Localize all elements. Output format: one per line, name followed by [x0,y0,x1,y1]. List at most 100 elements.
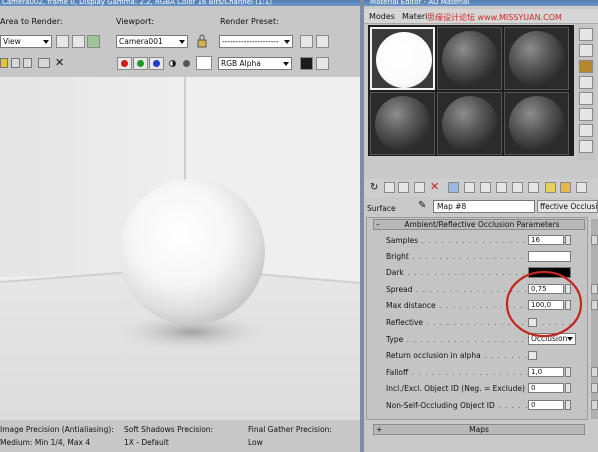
make-preview-button[interactable] [579,108,593,121]
copy-image-icon[interactable] [11,58,20,68]
samples-label-text: Samples [386,236,419,245]
put-to-scene-button[interactable] [384,182,395,193]
samples-spinner[interactable] [565,235,571,245]
spread-map-button[interactable] [591,284,598,294]
area-to-render-dropdown[interactable]: View [0,35,52,48]
lock-icon[interactable] [196,34,208,48]
sample-slot-5[interactable] [437,92,502,155]
edit-region-button[interactable] [56,35,69,48]
sample-sphere-white [376,32,432,88]
bright-label-text: Bright [386,252,409,261]
samples-map-button[interactable] [591,235,598,245]
non-self-occluding-label: Non-Self-Occluding Object ID . . . . . . [386,401,535,410]
samples-input[interactable]: 16 [528,235,564,245]
chevron-down-icon [43,40,49,44]
highlight-circle [505,270,583,338]
sample-slot-1[interactable] [370,27,435,90]
backlight-button[interactable] [579,44,593,57]
incl-excl-spinner[interactable] [565,383,571,393]
sample-sphere [509,31,565,87]
video-check-button[interactable] [579,92,593,105]
toggle-ui-overlay-button[interactable] [300,57,313,70]
render-window-title: Camera002, frame 0, Display Gamma: 2.2, … [0,0,360,6]
render-preset-dropdown[interactable]: --------------------- [219,35,293,48]
color-swatch[interactable] [196,56,212,70]
sample-slot-6[interactable] [504,92,569,155]
go-to-parent-button[interactable] [545,182,556,193]
environment-effects-button[interactable] [316,35,329,48]
green-dot-icon [137,60,144,67]
map-name-field[interactable]: Map #8 [433,200,535,213]
assign-material-button[interactable] [398,182,409,193]
save-image-icon[interactable] [0,58,8,68]
falloff-spinner[interactable] [565,367,571,377]
bright-color-swatch[interactable] [528,251,571,262]
auto-region-button[interactable] [72,35,85,48]
red-channel-toggle[interactable] [117,57,132,70]
green-channel-toggle[interactable] [133,57,148,70]
return-occlusion-label: Return occlusion in alpha . . . . . . . [386,351,528,360]
save-region-button[interactable] [87,35,100,48]
non-self-occluding-input[interactable]: 0 [528,400,564,410]
clear-icon[interactable]: ✕ [55,57,64,68]
render-preset-label: Render Preset: [220,17,279,26]
clone-frame-icon[interactable] [23,58,32,68]
toggle-ui-button[interactable] [316,57,329,70]
non-self-occluding-label-text: Non-Self-Occluding Object ID [386,401,495,410]
reflective-label-text: Reflective [386,318,424,327]
viewport-dropdown[interactable]: Camera001 [116,35,188,48]
background-button[interactable] [579,60,593,73]
menu-material[interactable]: Materi [402,12,427,21]
sample-sphere [442,31,498,87]
sample-slot-3[interactable] [504,27,569,90]
menu-modes[interactable]: Modes [369,12,395,21]
expand-icon: + [376,425,383,434]
sample-slot-4[interactable] [370,92,435,155]
non-self-occluding-spinner[interactable] [565,400,571,410]
incl-excl-input[interactable]: 0 [528,383,564,393]
rendered-scene [0,77,360,420]
display-channel-dropdown[interactable]: RGB Alpha [218,57,292,70]
make-unique-button[interactable] [464,182,475,193]
render-setup-button[interactable] [300,35,313,48]
material-id-button[interactable] [496,182,507,193]
show-end-result-button[interactable] [528,182,539,193]
falloff-map-button[interactable] [591,367,598,377]
select-by-material-button[interactable] [579,140,593,153]
maps-rollout-header[interactable]: + Maps [373,424,585,435]
blue-dot-icon [153,60,160,67]
options-button[interactable] [579,124,593,137]
rollout-header[interactable]: – Ambient/Reflective Occlusion Parameter… [373,219,585,230]
material-map-navigator-button[interactable] [576,182,587,193]
sample-slot-2[interactable] [437,27,502,90]
image-precision-label: Image Precision (Antialiasing): [0,425,114,434]
sample-uv-button[interactable] [579,76,593,89]
blue-channel-toggle[interactable] [149,57,164,70]
go-forward-button[interactable] [560,182,571,193]
falloff-input[interactable]: 1,0 [528,367,564,377]
chevron-down-icon [179,40,185,44]
sphere [119,179,265,325]
max-distance-map-button[interactable] [591,300,598,310]
red-dot-icon [121,60,128,67]
get-material-icon[interactable]: ↻ [370,182,378,193]
put-to-library-button[interactable] [480,182,491,193]
final-gather-label: Final Gather Precision: [248,425,332,434]
falloff-label-text: Falloff [386,368,409,377]
incl-excl-label: Incl./Excl. Object ID (Neg. = Exclude) [386,384,525,393]
copy-material-button[interactable] [448,182,459,193]
reset-map-button[interactable] [414,182,425,193]
map-type-button[interactable]: ffective Occlusion [537,200,598,213]
viewport-value: Camera001 [119,37,163,46]
sample-type-button[interactable] [579,28,593,41]
non-self-occluding-map-button[interactable] [591,400,598,410]
return-occlusion-checkbox[interactable] [528,351,537,360]
delete-icon[interactable]: ✕ [430,180,439,193]
alpha-channel-toggle[interactable] [166,57,179,70]
show-map-button[interactable] [512,182,523,193]
incl-excl-map-button[interactable] [591,383,598,393]
material-editor-title: Material Editor - AO Material [364,0,598,6]
eyedropper-icon[interactable]: ✎ [418,200,426,211]
monochrome-toggle[interactable] [180,57,193,70]
print-icon[interactable] [38,58,50,68]
